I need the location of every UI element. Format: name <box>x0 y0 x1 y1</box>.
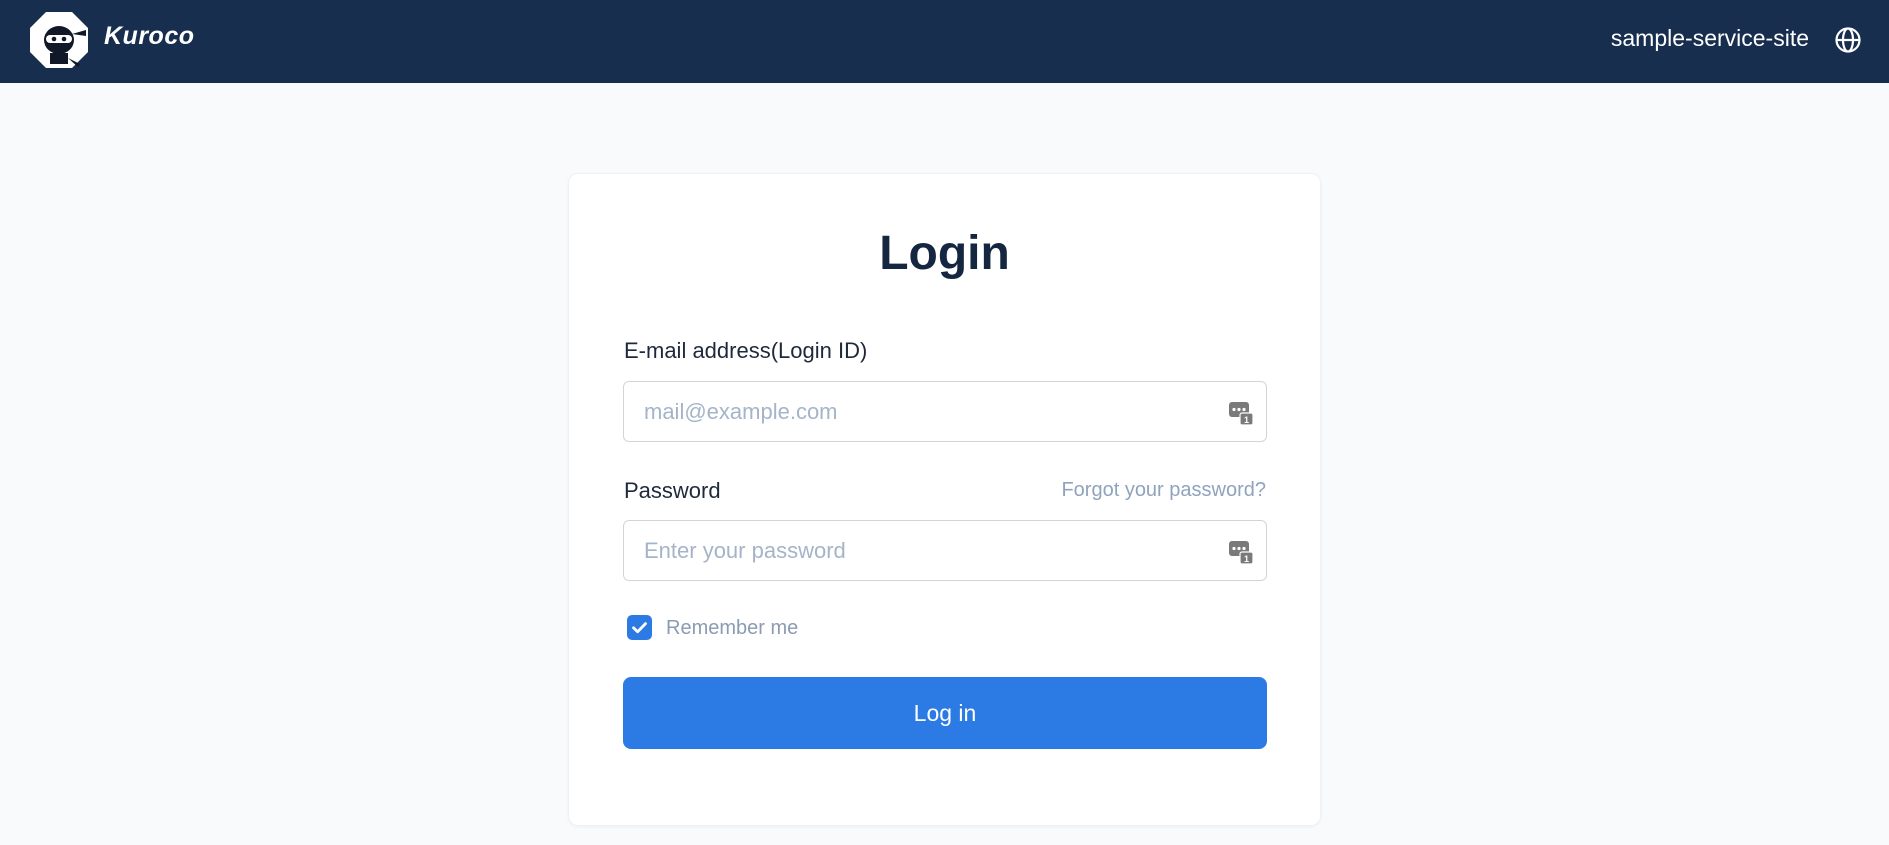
password-field[interactable] <box>624 521 1266 580</box>
brand-name: Kuroco <box>104 22 195 50</box>
globe-icon[interactable] <box>1833 25 1863 55</box>
login-card: Login E-mail address(Login ID) 1 Passwor… <box>568 173 1321 826</box>
password-field-wrapper: 1 <box>623 520 1267 581</box>
forgot-password-link[interactable]: Forgot your password? <box>1061 479 1266 502</box>
password-label: Password <box>624 478 721 503</box>
email-field[interactable] <box>624 382 1266 441</box>
remember-me-label[interactable]: Remember me <box>666 617 798 640</box>
login-button[interactable]: Log in <box>623 677 1267 749</box>
svg-text:1: 1 <box>1244 415 1249 425</box>
email-field-wrapper: 1 <box>623 381 1267 442</box>
svg-text:1: 1 <box>1244 554 1249 564</box>
checkmark-icon <box>632 622 647 634</box>
remember-me-checkbox[interactable] <box>627 615 652 640</box>
top-header: Kuroco sample-service-site <box>0 0 1889 83</box>
password-manager-icon[interactable]: 1 <box>1228 400 1254 426</box>
password-manager-icon[interactable]: 1 <box>1228 539 1254 565</box>
ninja-logo-icon[interactable] <box>28 10 90 70</box>
page-title: Login <box>879 227 1010 280</box>
site-name: sample-service-site <box>1610 25 1809 51</box>
email-label: E-mail address(Login ID) <box>624 338 868 363</box>
